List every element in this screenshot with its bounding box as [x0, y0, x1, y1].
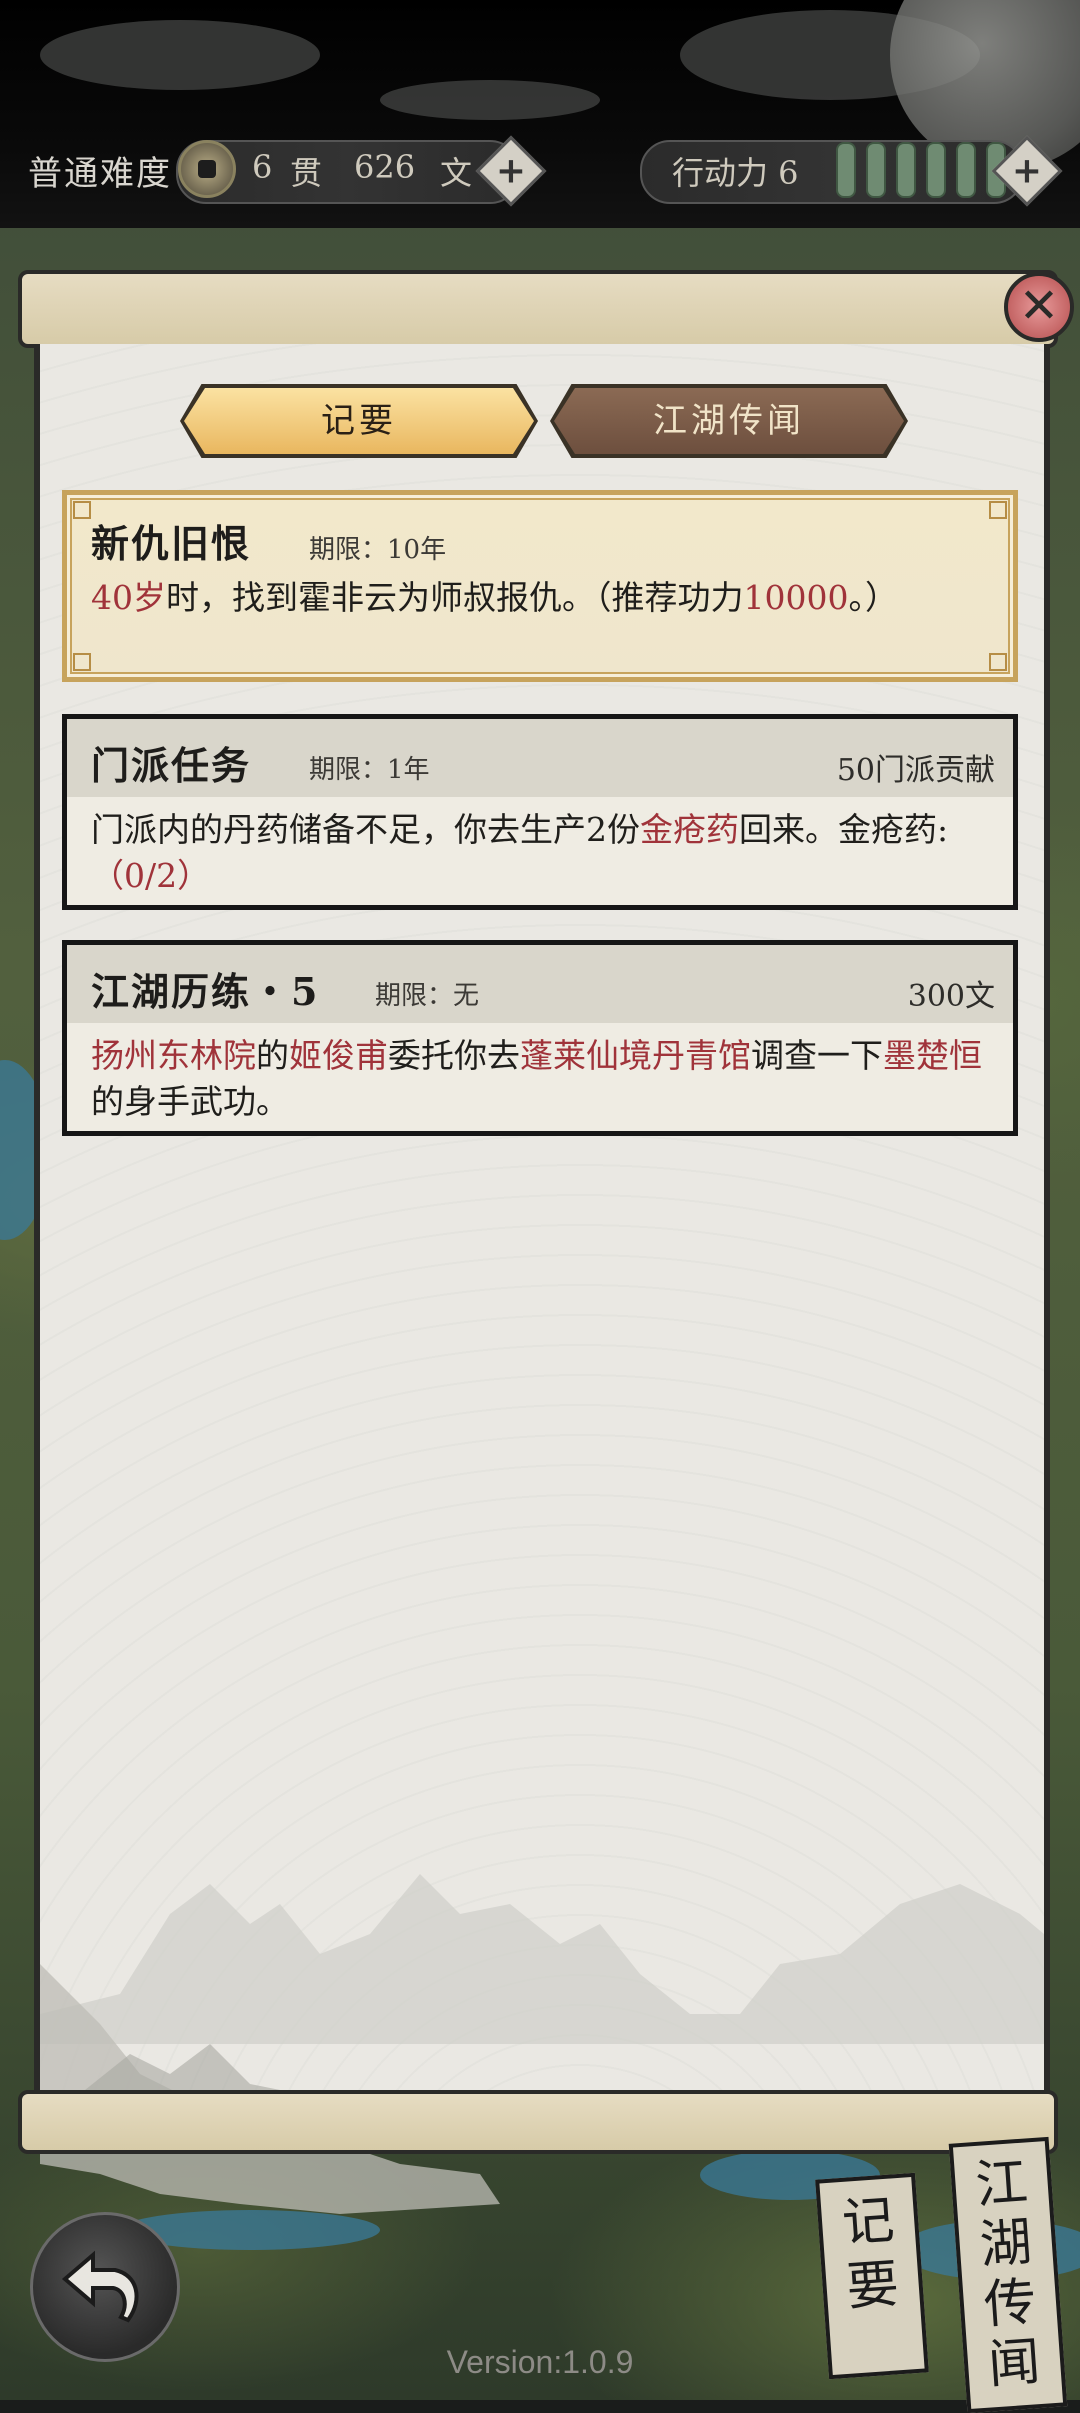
plain-text: 的身手武功。	[91, 1082, 289, 1121]
plain-text: 回来。金疮药:	[739, 810, 949, 849]
money-wen-unit: 文	[440, 154, 473, 192]
quest-card-header: 江湖历练・5 期限：无 300文	[67, 945, 1013, 1023]
plain-text: 。）	[848, 578, 898, 617]
cloud-decoration	[380, 80, 600, 120]
back-button[interactable]	[30, 2212, 180, 2362]
quest-title: 江湖历练・5	[91, 969, 320, 1014]
highlight-text: 扬州东林院	[91, 1036, 256, 1075]
stamina-bar	[956, 142, 976, 198]
quest-reward: 300文	[907, 979, 995, 1014]
stamina-bar	[896, 142, 916, 198]
quest-description: 扬州东林院的姬俊甫委托你去蓬莱仙境丹青馆调查一下墨楚恒的身手武功。	[67, 1023, 1013, 1137]
quest-card-main[interactable]: 新仇旧恨 期限：10年 40岁时，找到霍非云为师叔报仇。（推荐功力10000。）	[62, 490, 1018, 682]
close-icon: ✕	[1018, 277, 1060, 334]
stamina-bar	[866, 142, 886, 198]
highlight-text: 40岁	[91, 578, 166, 617]
close-button[interactable]: ✕	[1004, 272, 1074, 342]
highlight-text: 墨楚恒	[883, 1036, 982, 1075]
quest-description: 门派内的丹药储备不足，你去生产2份金疮药回来。金疮药: （0/2）	[67, 797, 1013, 911]
money-wen: 626	[354, 148, 416, 186]
quest-card-header: 门派任务 期限：1年 50门派贡献	[67, 719, 1013, 797]
stamina-label: 行动力 6	[672, 154, 799, 192]
stamina-bar	[926, 142, 946, 198]
back-arrow-icon	[61, 2250, 139, 2323]
version-label: Version:1.0.9	[446, 2344, 634, 2380]
plain-text: 时，找到霍非云为师叔报仇。（推荐功力	[166, 578, 744, 617]
highlight-text: 10000	[743, 578, 849, 617]
quest-card-jianghu[interactable]: 江湖历练・5 期限：无 300文 扬州东林院的姬俊甫委托你去蓬莱仙境丹青馆调查一…	[62, 940, 1018, 1136]
highlight-text: 金疮药	[640, 810, 739, 849]
plain-text: 的	[256, 1036, 289, 1075]
quest-deadline: 期限：10年	[309, 535, 447, 565]
side-tab-label: 记要	[840, 2190, 901, 2318]
money-guan: 6	[252, 148, 273, 186]
plain-text: 门派内的丹药储备不足，你去生产2份	[91, 810, 640, 849]
cloud-decoration	[40, 20, 320, 90]
tab-rumors[interactable]: 江湖传闻	[554, 388, 904, 454]
plus-icon: +	[495, 150, 527, 192]
scroll-top-roller	[18, 270, 1058, 348]
quest-title: 门派任务	[91, 743, 252, 788]
highlight-text: 姬俊甫	[289, 1036, 388, 1075]
quest-title: 新仇旧恨	[91, 521, 252, 566]
quest-reward: 50门派贡献	[836, 753, 995, 788]
tab-notes[interactable]: 记要	[184, 388, 534, 454]
highlight-text: （0/2）	[91, 856, 211, 895]
highlight-text: 蓬莱仙境丹青馆	[520, 1036, 751, 1075]
quest-card-sect[interactable]: 门派任务 期限：1年 50门派贡献 门派内的丹药储备不足，你去生产2份金疮药回来…	[62, 714, 1018, 910]
stamina-bar	[836, 142, 856, 198]
stamina-bars	[836, 142, 1006, 198]
corner-ornament	[73, 653, 91, 671]
plain-text: 调查一下	[751, 1036, 883, 1075]
plain-text: 委托你去	[388, 1036, 520, 1075]
money-guan-unit: 贯	[290, 154, 323, 192]
quest-deadline: 期限：1年	[309, 755, 430, 785]
plus-icon: +	[1011, 150, 1043, 192]
quest-deadline: 期限：无	[375, 981, 480, 1011]
scroll-bottom-roller	[18, 2090, 1058, 2154]
corner-ornament	[989, 653, 1007, 671]
quest-description: 40岁时，找到霍非云为师叔报仇。（推荐功力10000。）	[67, 573, 1013, 633]
difficulty-label: 普通难度	[28, 154, 172, 194]
coin-icon	[178, 140, 236, 198]
